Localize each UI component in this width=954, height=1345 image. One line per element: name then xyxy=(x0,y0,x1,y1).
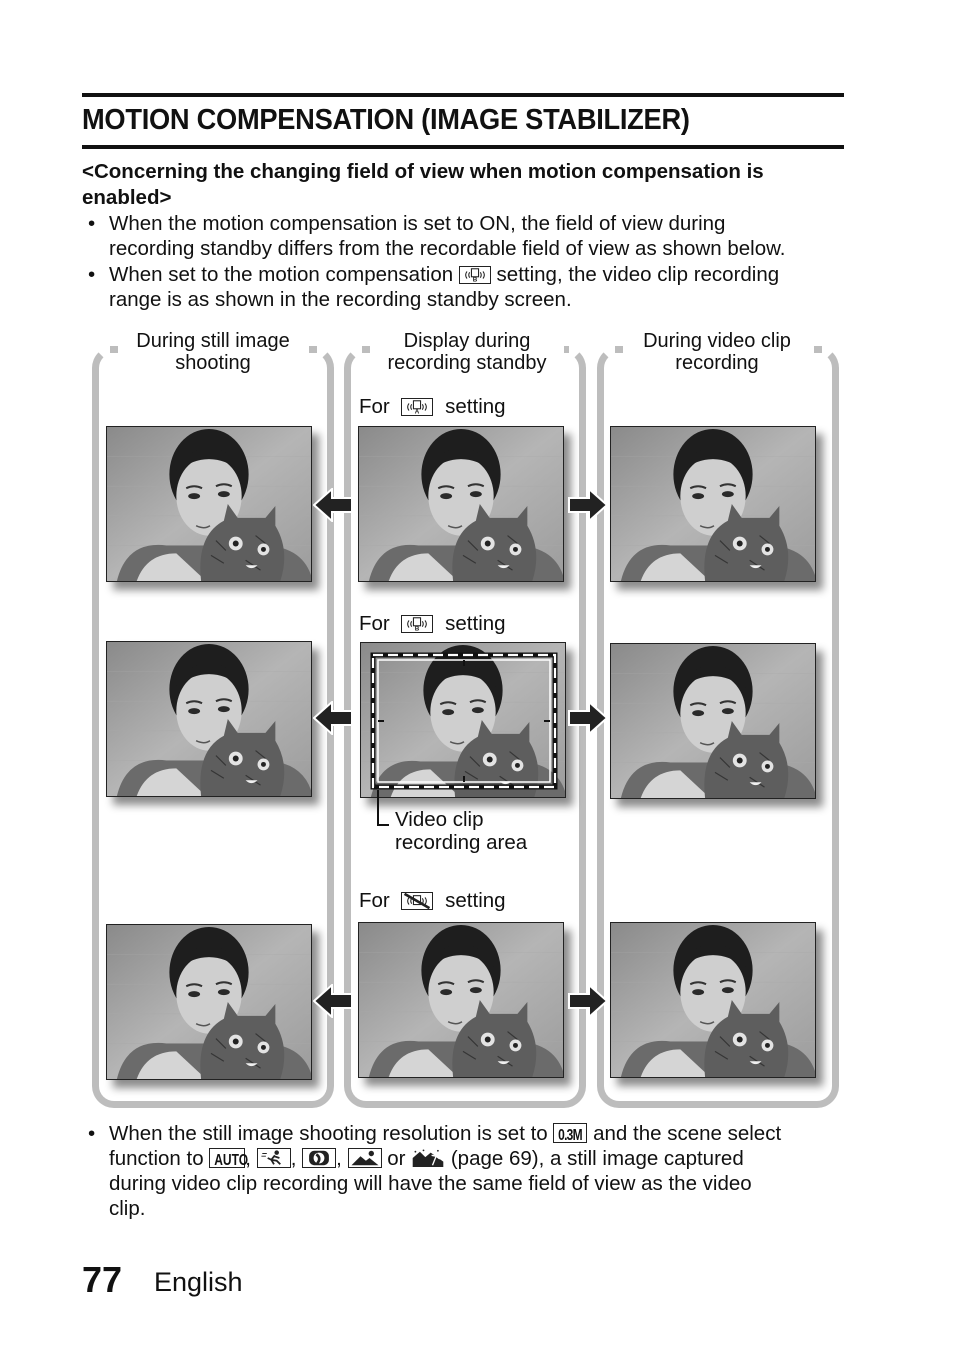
bullet-text: When the motion compensation is set to O… xyxy=(109,212,726,235)
callout-video-clip-recording-area: Video clip recording area xyxy=(395,808,527,854)
row-label-stabilizer-a: For A setting xyxy=(359,395,506,419)
column-label-line: During video clip xyxy=(643,330,791,352)
bracket-cap xyxy=(814,346,822,353)
note-text: function to xyxy=(109,1147,204,1170)
photo-still-row3 xyxy=(106,924,312,1080)
row-label-prefix: For xyxy=(359,612,390,635)
resolution-0.3m-icon: 0.3M xyxy=(553,1123,588,1144)
note-text: during video clip recording will have th… xyxy=(109,1172,752,1195)
landscape-icon xyxy=(347,1148,382,1168)
portrait-icon xyxy=(302,1148,337,1168)
stabilizer-b-icon: B xyxy=(401,615,434,633)
row-label-stabilizer-off: For setting xyxy=(359,889,506,913)
callout-line-text: recording area xyxy=(395,831,528,854)
column-label-line: Display during xyxy=(403,330,531,352)
photo-video-row2 xyxy=(610,643,816,799)
bracket-cap xyxy=(362,346,370,353)
separator: or xyxy=(387,1147,406,1170)
row-label-prefix: For xyxy=(359,889,390,912)
resolution-icon-text: 0.3M xyxy=(558,1127,583,1144)
column-label-video: During video clip recording xyxy=(626,330,808,374)
bullet-text: recording standby differs from the recor… xyxy=(109,237,786,260)
auto-icon: AUTO xyxy=(209,1148,248,1169)
night-scenery-icon xyxy=(411,1148,446,1168)
arrow-left-icon xyxy=(312,982,353,1020)
video-recording-area-frame xyxy=(370,652,558,790)
column-label-standby: Display during recording standby xyxy=(370,330,564,374)
page-title: MOTION COMPENSATION (IMAGE STABILIZER) xyxy=(82,104,690,136)
title-top-rule xyxy=(82,93,844,97)
arrow-right-icon xyxy=(568,982,609,1020)
arrow-right-icon xyxy=(568,486,609,524)
row-label-suffix: setting xyxy=(445,889,506,912)
svg-text:A: A xyxy=(415,409,420,415)
bullet-dot: • xyxy=(88,263,96,286)
subheading-line: enabled> xyxy=(82,186,172,209)
stabilizer-b-icon: B xyxy=(458,266,491,284)
sports-icon xyxy=(256,1148,291,1168)
note-text: When the still image shooting resolution… xyxy=(109,1122,548,1145)
photo-video-row1 xyxy=(610,426,816,582)
footer-language: English xyxy=(154,1267,243,1297)
arrow-left-icon xyxy=(312,486,353,524)
photo-video-row3 xyxy=(610,922,816,1078)
photo-standby-row3 xyxy=(358,922,564,1078)
bullet-text: setting, the video clip recording xyxy=(496,263,780,286)
bullet-text: range is as shown in the recording stand… xyxy=(109,288,572,311)
bracket-cap xyxy=(309,346,317,353)
photo-still-row2 xyxy=(106,641,312,797)
subheading-line: <Concerning the changing field of view w… xyxy=(82,160,764,183)
column-label-still: During still image shooting xyxy=(118,330,308,374)
separator: , xyxy=(290,1147,297,1170)
bullet-dot: • xyxy=(88,1122,96,1145)
stabilizer-a-icon: A xyxy=(401,398,434,416)
row-label-suffix: setting xyxy=(445,612,506,635)
column-label-line: recording standby xyxy=(387,352,547,374)
svg-text:B: B xyxy=(473,277,478,283)
note-text: (page 69), a still image captured xyxy=(450,1147,744,1170)
photo-still-row1 xyxy=(106,426,312,582)
column-label-line: shooting xyxy=(175,352,251,374)
column-label-line: recording xyxy=(675,352,759,374)
arrow-right-icon xyxy=(568,699,609,737)
row-label-stabilizer-b: For B setting xyxy=(359,612,506,636)
column-label-line: During still image xyxy=(136,330,290,352)
auto-icon-text: AUTO xyxy=(214,1152,249,1169)
bullet-dot: • xyxy=(88,212,96,235)
section-subheading: <Concerning the changing field of view w… xyxy=(82,159,852,211)
page-number: 77 xyxy=(82,1259,123,1300)
bracket-cap xyxy=(110,346,118,353)
arrow-left-icon xyxy=(312,699,353,737)
photo-standby-row1 xyxy=(358,426,564,582)
bullet-text: When set to the motion compensation xyxy=(109,263,454,286)
stabilizer-off-icon xyxy=(401,892,434,910)
callout-line-text: Video clip xyxy=(395,808,484,831)
separator: , xyxy=(336,1147,342,1170)
callout-leader-line xyxy=(377,790,389,826)
svg-text:B: B xyxy=(415,626,420,632)
note-text: clip. xyxy=(109,1197,146,1220)
title-bottom-rule xyxy=(82,145,844,149)
row-label-suffix: setting xyxy=(445,395,506,418)
note-text: and the scene select xyxy=(593,1122,782,1145)
row-label-prefix: For xyxy=(359,395,390,418)
bracket-cap xyxy=(615,346,623,353)
